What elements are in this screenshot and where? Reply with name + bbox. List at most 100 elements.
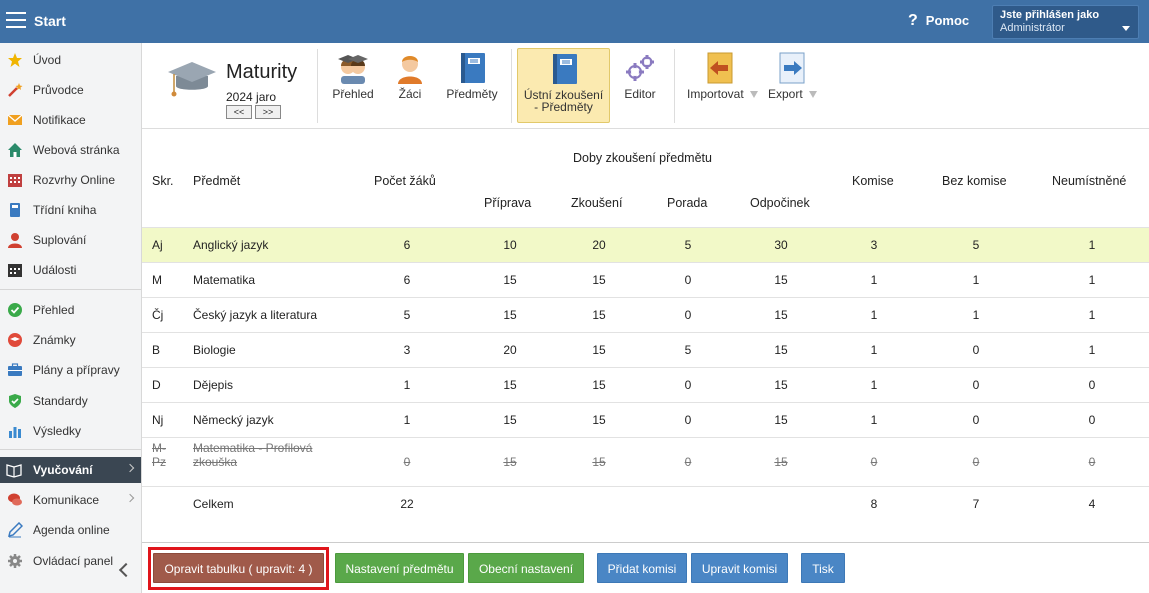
sidebar-item-label: Rozvrhy Online: [33, 173, 116, 187]
tab-ustni-zkouseni-predmety[interactable]: Ústní zkoušení - Předměty: [517, 48, 610, 123]
toolbar-divider: [317, 49, 318, 123]
cell-odpocinek: 15: [774, 308, 788, 322]
bar-chart-icon: [9, 427, 21, 438]
sidebar-item-label: Notifikace: [33, 113, 86, 127]
sidebar-item-komunikace[interactable]: Komunikace: [0, 487, 141, 513]
cell-skr: D: [152, 378, 161, 392]
cell-bez-komise: 1: [972, 273, 980, 287]
cell-zkouseni: 15: [592, 343, 606, 357]
sidebar-item-agenda-online[interactable]: Agenda online: [0, 517, 141, 543]
sidebar-item-rozvrhy-online[interactable]: Rozvrhy Online: [0, 167, 141, 193]
col-header-komise: Komise: [852, 174, 894, 188]
cell-zkouseni: 15: [592, 455, 606, 469]
page-title: Maturity: [226, 61, 298, 83]
cell-komise: 1: [870, 308, 878, 322]
cell-priprava: 15: [503, 378, 517, 392]
sidebar-item-label: Události: [33, 263, 77, 277]
table-row[interactable]: Aj Anglický jazyk 6 10 20 5 30 3 5 1: [142, 227, 1149, 262]
obecni-nastaveni-button[interactable]: Obecní nastavení: [468, 553, 584, 583]
tab-zaci[interactable]: Žáci: [390, 48, 430, 123]
col-header-pocet-zaku: Počet žáků: [374, 174, 436, 188]
graduation-cap-icon: [168, 62, 216, 97]
tab-label: Předměty: [446, 87, 498, 101]
book-icon: [10, 203, 20, 217]
sidebar-item-label: Plány a přípravy: [33, 363, 120, 377]
pridat-komisi-button[interactable]: Přidat komisi: [597, 553, 687, 583]
sidebar-item-vyucovani[interactable]: Vyučování: [0, 457, 141, 483]
pencil-icon: [7, 522, 23, 538]
help-button[interactable]: ? Pomoc: [908, 12, 969, 30]
table-row-disabled[interactable]: M- Pz Matematika - Profilová zkouška 0 15 …: [142, 437, 1149, 486]
opravit-tabulku-button[interactable]: Opravit tabulku ( upravit: 4 ): [153, 553, 324, 583]
prev-term-button[interactable]: <<: [226, 105, 252, 119]
shield-check-icon: [9, 394, 21, 408]
start-link[interactable]: Start: [34, 13, 66, 29]
cell-porada: 0: [684, 413, 692, 427]
sidebar-item-label: Známky: [33, 333, 76, 347]
table-row[interactable]: D Dějepis 1 15 15 0 15 1 0 0: [142, 367, 1149, 402]
tab-label: Žáci: [398, 87, 422, 101]
export-dropdown[interactable]: Export: [766, 48, 822, 123]
briefcase-icon: [8, 363, 22, 376]
col-header-porada: Porada: [667, 196, 708, 210]
sidebar-item-plany-a-pripravy[interactable]: Plány a přípravy: [0, 357, 141, 383]
sidebar-item-label: Úvod: [33, 53, 62, 67]
cell-priprava: 20: [503, 343, 517, 357]
cell-komise: 3: [870, 238, 878, 252]
calendar-icon: [8, 264, 22, 277]
help-label: Pomoc: [925, 13, 970, 28]
table-row[interactable]: Čj Český jazyk a literatura 5 15 15 0 15…: [142, 297, 1149, 332]
next-term-button[interactable]: >>: [255, 105, 281, 119]
cell-porada: 0: [684, 455, 692, 469]
table-row[interactable]: B Biologie 3 20 15 5 15 1 0 1: [142, 332, 1149, 367]
table-row[interactable]: M Matematika 6 15 15 0 15 1 1 1: [142, 262, 1149, 297]
graduation-badge-icon: [8, 333, 22, 347]
tab-editor[interactable]: Editor: [616, 48, 664, 123]
cell-predmet-line2: zkouška: [193, 455, 238, 469]
sidebar-item-prehled[interactable]: Přehled: [0, 297, 141, 323]
cell-pocet: 1: [403, 413, 411, 427]
cell-neumistnene: 0: [1088, 455, 1096, 469]
sidebar-item-standardy[interactable]: Standardy: [0, 388, 141, 414]
top-bar: Start ? Pomoc Jste přihlášen jako Adminis…: [0, 0, 1149, 43]
cell-predmet: Český jazyk a literatura: [193, 308, 318, 322]
import-arrow-icon: [707, 52, 733, 84]
cell-total-bez-komise: 7: [972, 497, 980, 511]
sidebar: Úvod Průvodce Notifikace Webová stránka …: [0, 43, 142, 593]
sidebar-item-webova-stranka[interactable]: Webová stránka: [0, 137, 141, 163]
hamburger-menu-icon[interactable]: [6, 12, 26, 30]
cell-bez-komise: 0: [972, 413, 980, 427]
col-header-predmet: Předmět: [193, 174, 241, 188]
tab-prehled[interactable]: Přehled: [326, 48, 380, 123]
sidebar-item-label: Komunikace: [33, 493, 100, 507]
cell-celkem-label: Celkem: [193, 497, 234, 511]
sidebar-item-pruvodce[interactable]: Průvodce: [0, 77, 141, 103]
col-header-priprava: Příprava: [484, 196, 532, 210]
sidebar-item-notifikace[interactable]: Notifikace: [0, 107, 141, 133]
cell-priprava: 15: [503, 308, 517, 322]
sidebar-item-uvod[interactable]: Úvod: [0, 47, 141, 73]
toolbar-divider: [674, 49, 675, 123]
sidebar-item-znamky[interactable]: Známky: [0, 327, 141, 353]
col-header-doby-zkouseni: Doby zkoušení předmětu: [573, 151, 712, 165]
user-dropdown[interactable]: Jste přihlášen jako Administrátor: [992, 5, 1139, 39]
sidebar-item-tridni-kniha[interactable]: Třídní kniha: [0, 197, 141, 223]
cell-zkouseni: 15: [592, 273, 606, 287]
cell-porada: 5: [684, 343, 692, 357]
cell-bez-komise: 0: [972, 343, 980, 357]
table-row[interactable]: Nj Německý jazyk 1 15 15 0 15 1 0 0: [142, 402, 1149, 437]
sidebar-item-udalosti[interactable]: Události: [0, 257, 141, 283]
col-header-zkouseni: Zkoušení: [571, 196, 623, 210]
sidebar-item-suplovani[interactable]: Suplování: [0, 227, 141, 253]
cell-komise: 0: [870, 455, 878, 469]
sidebar-item-label: Průvodce: [33, 83, 84, 97]
cell-skr-line2: Pz: [152, 455, 167, 469]
sidebar-item-vysledky[interactable]: Výsledky: [0, 418, 141, 444]
calendar-grid-icon: [8, 174, 22, 187]
cell-komise: 1: [870, 343, 878, 357]
import-dropdown[interactable]: Importovat: [684, 48, 762, 123]
upravit-komisi-button[interactable]: Upravit komisi: [691, 553, 788, 583]
nastaveni-predmetu-button[interactable]: Nastavení předmětu: [335, 553, 464, 583]
tisk-button[interactable]: Tisk: [801, 553, 845, 583]
tab-predmety[interactable]: Předměty: [442, 48, 502, 123]
